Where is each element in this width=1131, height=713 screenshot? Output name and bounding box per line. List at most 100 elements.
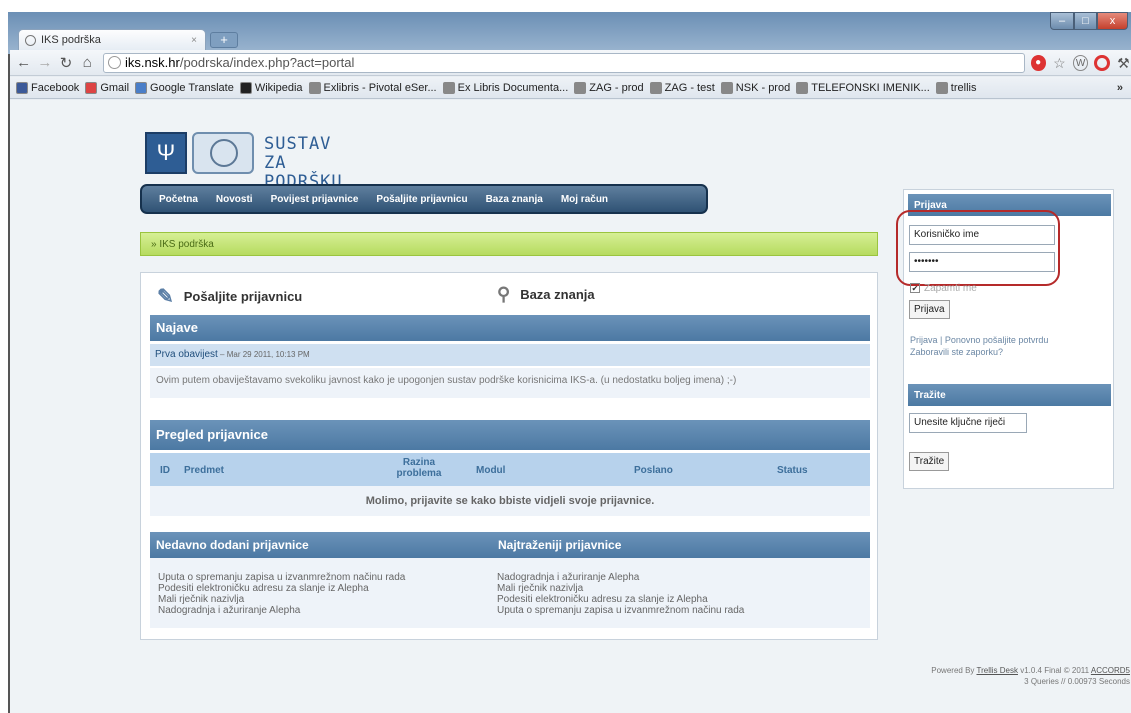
list-item[interactable]: Podesiti elektroničku adresu za slanje i… (158, 583, 405, 594)
search-header: Tražite (908, 384, 1111, 406)
main-nav: Početna Novosti Povijest prijavnice Pošalji… (140, 184, 708, 214)
search-input[interactable]: Unesite ključne riječi (909, 413, 1027, 433)
wrench-icon[interactable]: ⚒ (1116, 55, 1131, 71)
facebook-icon (16, 81, 28, 94)
globe-icon (720, 81, 733, 94)
list-item[interactable]: Nadogradnja i ažuriranje Alepha (158, 605, 405, 616)
remember-me[interactable]: ✔ Zapamti me (910, 283, 977, 294)
col-status[interactable]: Status (777, 465, 808, 476)
bookmarks-bar: Facebook Gmail Google Translate Wikipedia Ex… (10, 77, 1131, 99)
globe-icon (935, 81, 948, 94)
globe-icon (25, 34, 36, 46)
nav-item[interactable]: Povijest prijavnice (271, 194, 359, 205)
tickets-header: Pregled prijavnice (150, 420, 870, 450)
col-subject[interactable]: Predmet (184, 465, 224, 476)
bookmark-item[interactable]: Wikipedia (239, 81, 303, 94)
recent-list: Uputa o spremanju zapisa u izvanmrežnom … (158, 572, 405, 616)
bookmark-item[interactable]: Gmail (85, 81, 129, 94)
login-links: Prijava | Ponovno pošaljite potvrdu Zabo… (910, 334, 1048, 358)
pencil-icon: ✎ (157, 286, 174, 308)
remember-label: Zapamti me (924, 283, 977, 294)
adblock-icon[interactable]: ● (1030, 54, 1046, 71)
nav-item[interactable]: Novosti (216, 194, 253, 205)
bookmark-item[interactable]: ZAG - prod (574, 81, 644, 94)
search-button[interactable]: Tražite (909, 452, 950, 471)
forward-icon[interactable]: → (37, 54, 52, 71)
col-module[interactable]: Modul (476, 465, 505, 476)
wikipedia-icon[interactable]: W (1072, 54, 1089, 71)
login-button[interactable]: Prijava (909, 300, 950, 319)
back-icon[interactable]: ← (16, 54, 31, 71)
footer-company-link[interactable]: ACCORD5 (1091, 666, 1130, 675)
bookmark-item[interactable]: Facebook (16, 81, 79, 94)
list-item[interactable]: Uputa o spremanju zapisa u izvanmrežnom … (158, 572, 405, 583)
highlight-annotation (896, 210, 1060, 286)
home-icon[interactable]: ⌂ (80, 54, 95, 71)
recent-header: Nedavno dodani prijavnice (150, 532, 492, 558)
maximize-button[interactable]: □ (1074, 12, 1097, 30)
logo-icon[interactable]: Ψ (145, 132, 187, 174)
submit-ticket-link[interactable]: ✎ Pošaljite prijavnicu (157, 284, 302, 309)
browser-tab[interactable]: IKS podrška × (18, 29, 206, 50)
popular-header: Najtraženiji prijavnice (492, 532, 870, 558)
building-logo-icon (192, 132, 254, 174)
bookmark-item[interactable]: TELEFONSKI IMENIK... (796, 81, 930, 94)
bookmarks-more-icon[interactable]: » (1117, 82, 1123, 94)
col-id[interactable]: ID (160, 465, 170, 476)
bookmark-label: trellis (950, 81, 977, 94)
bookmark-label: Ex Libris Documenta... (457, 81, 569, 94)
col-priority[interactable]: Razina problema (394, 457, 444, 479)
bookmark-item[interactable]: ZAG - test (649, 81, 715, 94)
knowledge-base-label: Baza znanja (520, 287, 595, 302)
col-sent[interactable]: Poslano (634, 465, 673, 476)
bookmark-item[interactable]: trellis (935, 81, 977, 94)
nav-item[interactable]: Pošaljite prijavnicu (376, 194, 467, 205)
opera-icon[interactable] (1094, 54, 1110, 71)
bookmark-label: ZAG - prod (589, 81, 644, 94)
nav-item[interactable]: Baza znanja (486, 194, 543, 205)
url-host: iks.nsk.hr (124, 55, 180, 70)
announcement-date: – Mar 29 2011, 10:13 PM (217, 350, 310, 359)
reload-icon[interactable]: ↻ (58, 54, 73, 72)
address-bar[interactable]: iks.nsk.hr /podrska/index.php?act=portal (102, 52, 1025, 73)
bookmark-label: ZAG - test (664, 81, 715, 94)
list-item[interactable]: Mali rječnik nazivlja (497, 583, 744, 594)
list-item[interactable]: Podesiti elektroničku adresu za slanje i… (497, 594, 744, 605)
forgot-password-link[interactable]: Zaboravili ste zaporku? (910, 346, 1048, 358)
wikipedia-icon (239, 81, 252, 94)
globe-icon (574, 81, 587, 94)
magnifier-icon: ⚲ (497, 284, 511, 304)
footer: Powered By Trellis Desk v1.0.4 Final © 2… (870, 665, 1130, 687)
translate-icon (135, 81, 148, 94)
close-button[interactable]: x (1097, 12, 1128, 30)
star-icon[interactable]: ☆ (1052, 55, 1067, 71)
login-links-row[interactable]: Prijava | Ponovno pošaljite potvrdu (910, 334, 1048, 346)
list-item[interactable]: Uputa o spremanju zapisa u izvanmrežnom … (497, 605, 744, 616)
nav-item[interactable]: Početna (159, 194, 198, 205)
bookmark-label: Wikipedia (254, 81, 303, 94)
bookmark-label: Google Translate (150, 81, 234, 94)
globe-icon (308, 81, 321, 94)
checkbox-icon[interactable]: ✔ (910, 283, 920, 293)
bookmark-label: Exlibris - Pivotal eSer... (323, 81, 437, 94)
minimize-button[interactable]: – (1050, 12, 1074, 30)
bookmark-item[interactable]: Ex Libris Documenta... (442, 81, 569, 94)
breadcrumb[interactable]: » IKS podrška (140, 232, 878, 256)
new-tab-button[interactable]: + (210, 32, 238, 48)
list-item[interactable]: Mali rječnik nazivlja (158, 594, 405, 605)
footer-product-link[interactable]: Trellis Desk (976, 666, 1017, 675)
logo-line-1: SUSTAV ZA (264, 134, 332, 173)
bookmark-label: NSK - prod (735, 81, 791, 94)
announcement-title[interactable]: Prva obavijest (155, 349, 218, 360)
list-item[interactable]: Nadogradnja i ažuriranje Alepha (497, 572, 744, 583)
nav-item[interactable]: Moj račun (561, 194, 608, 205)
bookmark-item[interactable]: Exlibris - Pivotal eSer... (308, 81, 437, 94)
globe-icon (107, 56, 121, 69)
bookmark-item[interactable]: Google Translate (135, 81, 234, 94)
footer-stats: 3 Queries // 0.00973 Seconds (1024, 677, 1130, 686)
tab-title: IKS podrška (41, 34, 101, 46)
submit-ticket-label: Pošaljite prijavnicu (183, 289, 303, 304)
bookmark-item[interactable]: NSK - prod (720, 81, 791, 94)
tab-close-icon[interactable]: × (191, 35, 197, 46)
knowledge-base-link[interactable]: ⚲ Baza znanja (497, 284, 595, 305)
